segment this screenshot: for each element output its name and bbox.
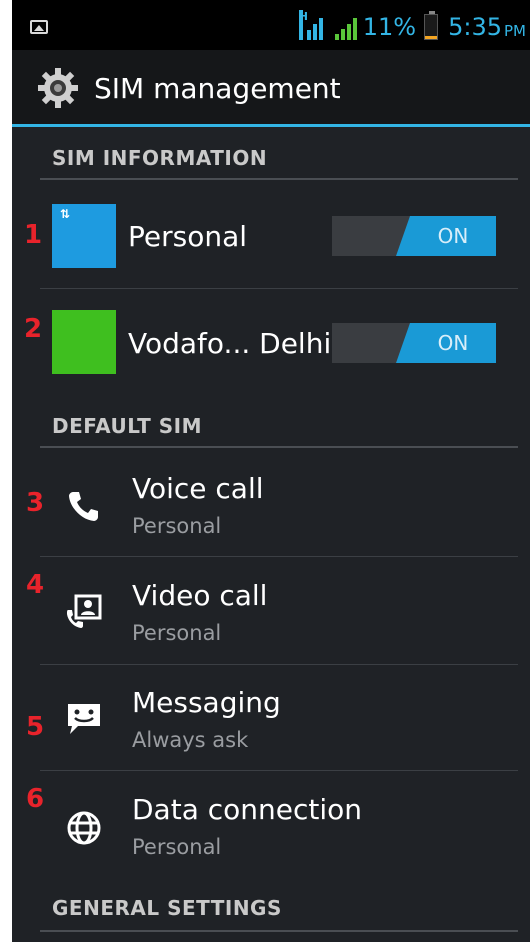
network-type-label: H	[298, 10, 308, 40]
item-subtitle: Always ask	[132, 728, 249, 752]
battery-icon	[424, 11, 439, 40]
sim-toggle[interactable]: ON	[332, 323, 496, 363]
signal-strength-icon-sim1: H	[298, 10, 327, 40]
section-header-default-sim: DEFAULT SIM	[52, 414, 203, 438]
page-title: SIM management	[94, 72, 341, 105]
row-divider	[40, 288, 518, 289]
marker-6: 6	[26, 784, 45, 814]
section-divider	[40, 178, 518, 180]
item-title: Messaging	[132, 686, 281, 719]
data-transfer-icon: ⇅	[60, 207, 71, 221]
signal-strength-icon-sim2	[331, 14, 359, 40]
item-subtitle: Personal	[132, 835, 222, 859]
message-icon	[68, 704, 100, 734]
clock-ampm: PM	[504, 22, 526, 40]
item-title: Voice call	[132, 472, 264, 505]
item-subtitle: Personal	[132, 621, 222, 645]
marker-5: 5	[26, 712, 45, 742]
globe-icon	[67, 811, 101, 845]
section-header-sim-information: SIM INFORMATION	[52, 146, 268, 170]
marker-1: 1	[24, 220, 43, 250]
sim-color-block: ⇅	[52, 204, 116, 268]
section-header-general-settings: GENERAL SETTINGS	[52, 896, 282, 920]
sim-name: Personal	[128, 220, 248, 253]
sim-toggle[interactable]: ON	[332, 216, 496, 256]
section-divider	[40, 446, 518, 448]
item-title: Video call	[132, 579, 268, 612]
gear-icon[interactable]	[36, 66, 80, 110]
marker-2: 2	[24, 314, 43, 344]
phone-icon	[69, 492, 98, 521]
action-bar-divider	[12, 124, 530, 127]
video-call-icon	[67, 594, 102, 628]
toggle-label: ON	[437, 331, 469, 355]
picture-notification-icon	[30, 20, 48, 34]
action-bar: SIM management	[12, 50, 530, 126]
battery-percent: 11%	[362, 13, 417, 41]
row-divider	[40, 664, 518, 665]
status-bar: H 11% 5:35 PM	[12, 0, 530, 50]
toggle-label: ON	[437, 224, 469, 248]
status-bar-right: H 11% 5:35 PM	[298, 10, 526, 44]
section-divider	[40, 930, 518, 932]
sim-color-block	[52, 310, 116, 374]
sim-name: Vodafo... Delhi	[128, 327, 332, 360]
item-title: Data connection	[132, 793, 363, 826]
row-divider	[40, 770, 518, 771]
row-divider	[40, 556, 518, 557]
screen: H 11% 5:35 PM SIM management SIM INFORMA…	[12, 0, 530, 942]
item-subtitle: Personal	[132, 514, 222, 538]
marker-3: 3	[26, 488, 45, 518]
clock: 5:35	[448, 13, 502, 41]
marker-4: 4	[26, 570, 45, 600]
